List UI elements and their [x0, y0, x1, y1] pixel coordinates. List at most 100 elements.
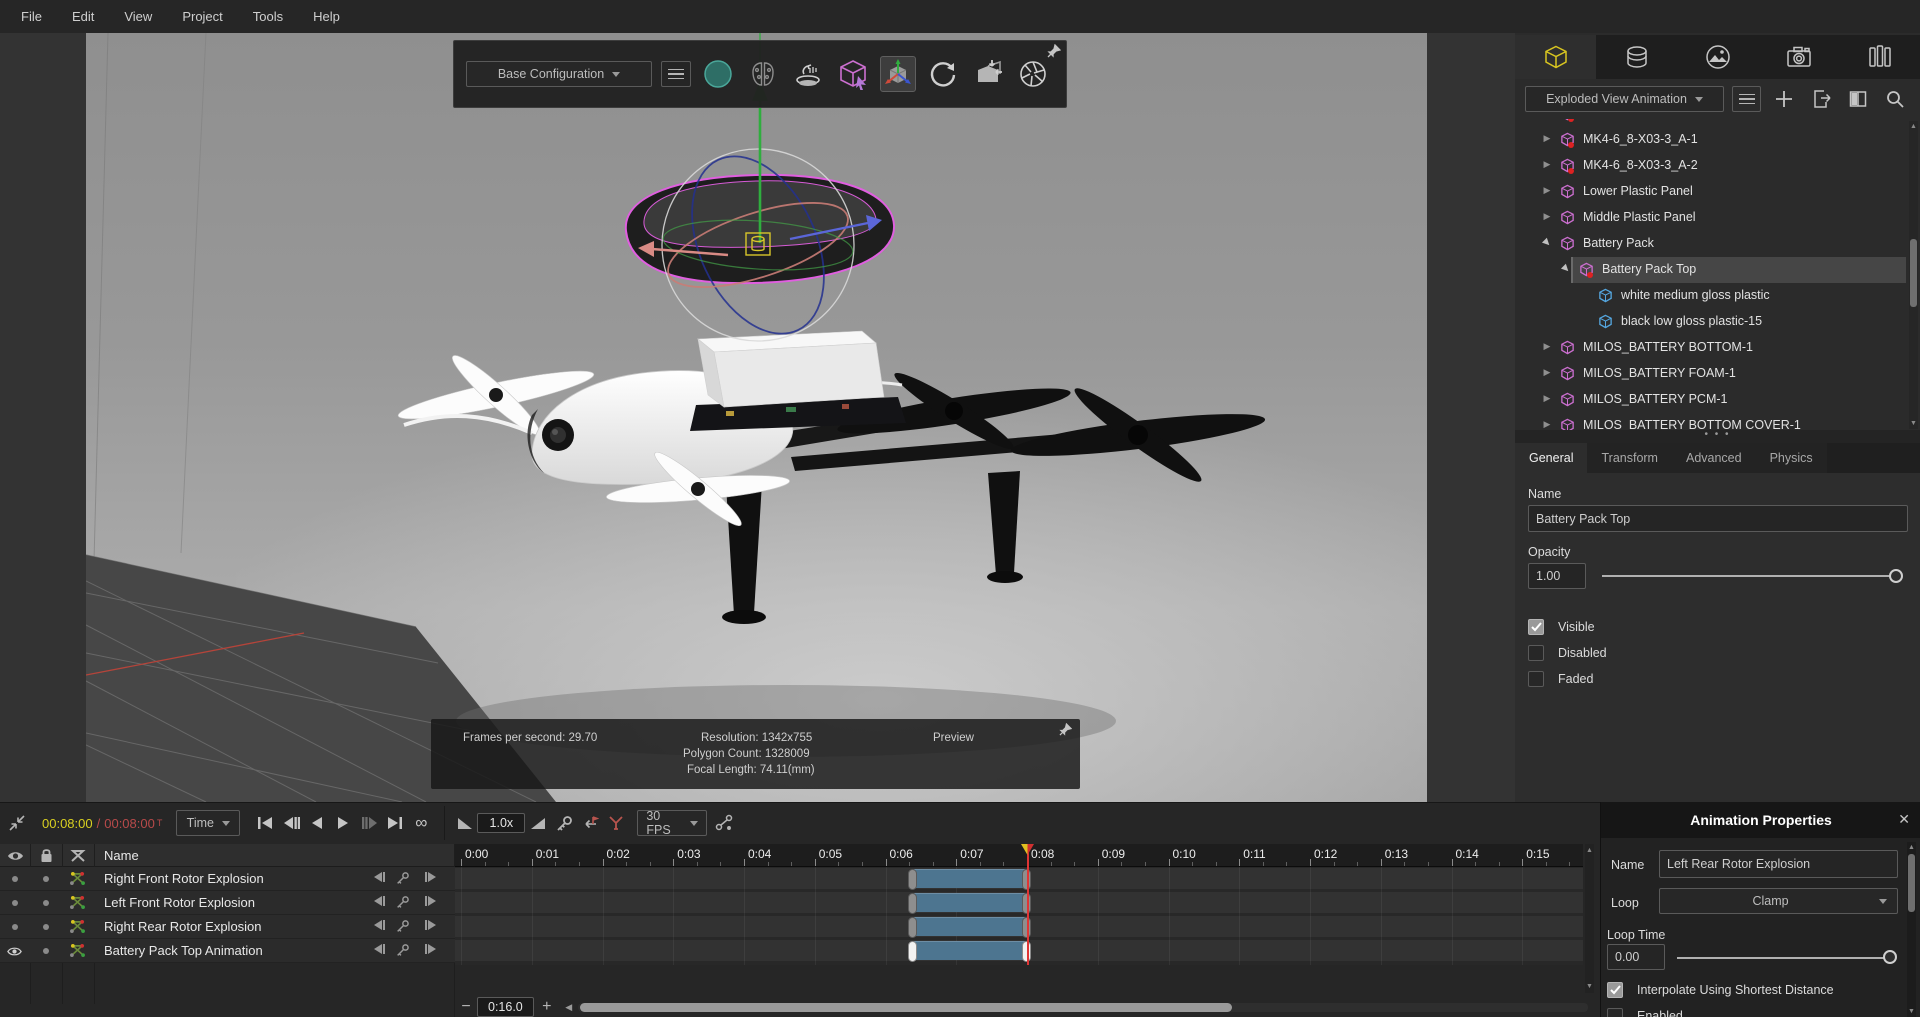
scroll-up-icon[interactable]: ▲ [1907, 844, 1916, 851]
eye-icon[interactable] [7, 945, 22, 960]
tree-item[interactable]: ▶MK4-6_8-X03-3_A-2 [1515, 153, 1920, 179]
menu-file[interactable]: File [6, 9, 57, 24]
tab-model[interactable] [1515, 35, 1596, 79]
zoom-out-button[interactable]: − [455, 998, 477, 1016]
opacity-slider-handle[interactable] [1889, 569, 1903, 583]
name-field[interactable] [1528, 505, 1908, 532]
animation-bar[interactable] [912, 941, 1027, 960]
tree-expander-icon[interactable]: ▶ [1541, 393, 1553, 404]
split-view-icon[interactable] [1844, 90, 1873, 108]
tree-item[interactable]: ▶MILOS_BATTERY FOAM-1 [1515, 361, 1920, 387]
menu-edit[interactable]: Edit [57, 9, 109, 24]
tree-expander-icon[interactable]: ▶ [1541, 211, 1553, 222]
tree-expander-icon[interactable]: ▶ [1541, 159, 1553, 170]
menu-project[interactable]: Project [167, 9, 237, 24]
pin-icon[interactable] [1059, 723, 1072, 739]
keyframe-start-handle[interactable] [908, 941, 917, 962]
tab-general[interactable]: General [1515, 443, 1587, 473]
tree-item[interactable]: ▶Lower Plastic Panel [1515, 179, 1920, 205]
browser-menu-button[interactable] [1732, 86, 1761, 112]
tree-item[interactable]: ▶MK4-6_8-X03-3_A-1 [1515, 127, 1920, 153]
scroll-up-icon[interactable]: ▲ [1585, 847, 1594, 854]
play-backward-button[interactable] [304, 816, 330, 830]
visibility-dot[interactable] [12, 876, 18, 882]
previous-key-icon[interactable] [372, 919, 386, 934]
tab-advanced[interactable]: Advanced [1672, 443, 1756, 473]
visibility-dot[interactable] [12, 924, 18, 930]
add-key-icon[interactable] [396, 871, 410, 888]
scroll-down-icon[interactable]: ▼ [1585, 983, 1594, 990]
tree-item[interactable]: black low gloss plastic-15 [1515, 309, 1920, 335]
pin-icon[interactable] [1047, 44, 1061, 61]
view-set-dropdown[interactable]: Exploded View Animation [1525, 86, 1724, 112]
loop-time-slider[interactable] [1677, 957, 1895, 959]
autokey-flag-icon[interactable] [577, 815, 603, 831]
tab-camera[interactable] [1758, 35, 1839, 79]
menu-view[interactable]: View [109, 9, 167, 24]
scroll-left-icon[interactable]: ◀ [560, 1002, 578, 1013]
timeline-lanes[interactable] [455, 867, 1583, 965]
tab-environment[interactable] [1677, 35, 1758, 79]
loop-dropdown[interactable]: Clamp [1659, 888, 1898, 914]
visibility-dot[interactable] [12, 900, 18, 906]
loop-time-field[interactable] [1607, 944, 1665, 970]
timeline-scrollbar[interactable] [578, 1003, 1588, 1012]
tab-physics[interactable]: Physics [1756, 443, 1827, 473]
lock-dot[interactable] [43, 876, 49, 882]
track-row[interactable]: Right Front Rotor Explosion [0, 867, 455, 891]
tree-item[interactable] [1515, 119, 1920, 127]
track-row[interactable]: Battery Pack Top Animation [0, 939, 455, 963]
add-icon[interactable] [1769, 90, 1798, 108]
skip-to-end-button[interactable] [382, 816, 408, 830]
add-key-icon[interactable] [396, 943, 410, 960]
lock-dot[interactable] [43, 900, 49, 906]
animation-name-field[interactable] [1659, 850, 1898, 878]
step-back-button[interactable] [278, 816, 304, 830]
add-key-icon[interactable] [396, 895, 410, 912]
tree-expander-icon[interactable]: ▶ [1539, 234, 1555, 250]
ramp-out-icon[interactable] [525, 817, 551, 830]
play-forward-button[interactable] [330, 816, 356, 830]
animation-curve-icon[interactable] [70, 896, 85, 912]
rotate-view-icon[interactable] [925, 56, 961, 92]
next-key-icon[interactable] [424, 895, 438, 910]
tree-item[interactable]: ▶MILOS_BATTERY BOTTOM-1 [1515, 335, 1920, 361]
turntable-icon[interactable] [790, 56, 826, 92]
checkbox[interactable] [1607, 1008, 1623, 1017]
tab-transform[interactable]: Transform [1587, 443, 1672, 473]
track-row[interactable]: Right Rear Rotor Explosion [0, 915, 455, 939]
animation-curve-icon[interactable] [70, 920, 85, 936]
loop-playback-icon[interactable]: ∞ [408, 813, 434, 833]
tree-scrollbar[interactable]: ▲ ▼ [1909, 121, 1918, 429]
animation-curve-icon[interactable] [70, 872, 85, 888]
animation-properties-titlebar[interactable]: Animation Properties [1601, 802, 1920, 838]
next-key-icon[interactable] [424, 919, 438, 934]
lock-dot[interactable] [43, 924, 49, 930]
track-row[interactable]: Left Front Rotor Explosion [0, 891, 455, 915]
ramp-in-icon[interactable] [453, 817, 477, 830]
brain-icon[interactable] [745, 56, 781, 92]
previous-key-icon[interactable] [372, 895, 386, 910]
configuration-dropdown[interactable]: Base Configuration [466, 61, 652, 87]
panel-scrollbar[interactable]: ▲ ▼ [1907, 842, 1916, 1017]
tree-scrollbar-thumb[interactable] [1910, 239, 1917, 307]
tab-materials[interactable] [1596, 35, 1677, 79]
keyframe-start-handle[interactable] [908, 893, 917, 914]
viewport-3d[interactable] [86, 33, 1427, 802]
tree-expander-icon[interactable]: ▶ [1541, 419, 1553, 430]
timeline-ruler[interactable]: 0:000:010:020:030:040:050:060:070:080:09… [455, 844, 1583, 867]
export-page-icon[interactable] [1806, 90, 1835, 108]
animation-bar[interactable] [912, 893, 1027, 912]
tree-item[interactable]: ▶MILOS_BATTERY PCM-1 [1515, 387, 1920, 413]
scroll-up-icon[interactable]: ▲ [1909, 123, 1918, 130]
loop-time-slider-handle[interactable] [1883, 950, 1897, 964]
zoom-in-button[interactable]: + [534, 998, 560, 1016]
time-mode-dropdown[interactable]: Time [176, 810, 240, 836]
playhead-line[interactable] [1027, 845, 1029, 965]
animation-bar[interactable] [912, 869, 1027, 888]
scroll-down-icon[interactable]: ▼ [1909, 420, 1918, 427]
configuration-menu-button[interactable] [661, 61, 691, 87]
fps-dropdown[interactable]: 30 FPS [637, 810, 707, 836]
tab-panels[interactable] [1839, 35, 1920, 79]
panel-splitter[interactable]: • • • [1515, 430, 1920, 443]
